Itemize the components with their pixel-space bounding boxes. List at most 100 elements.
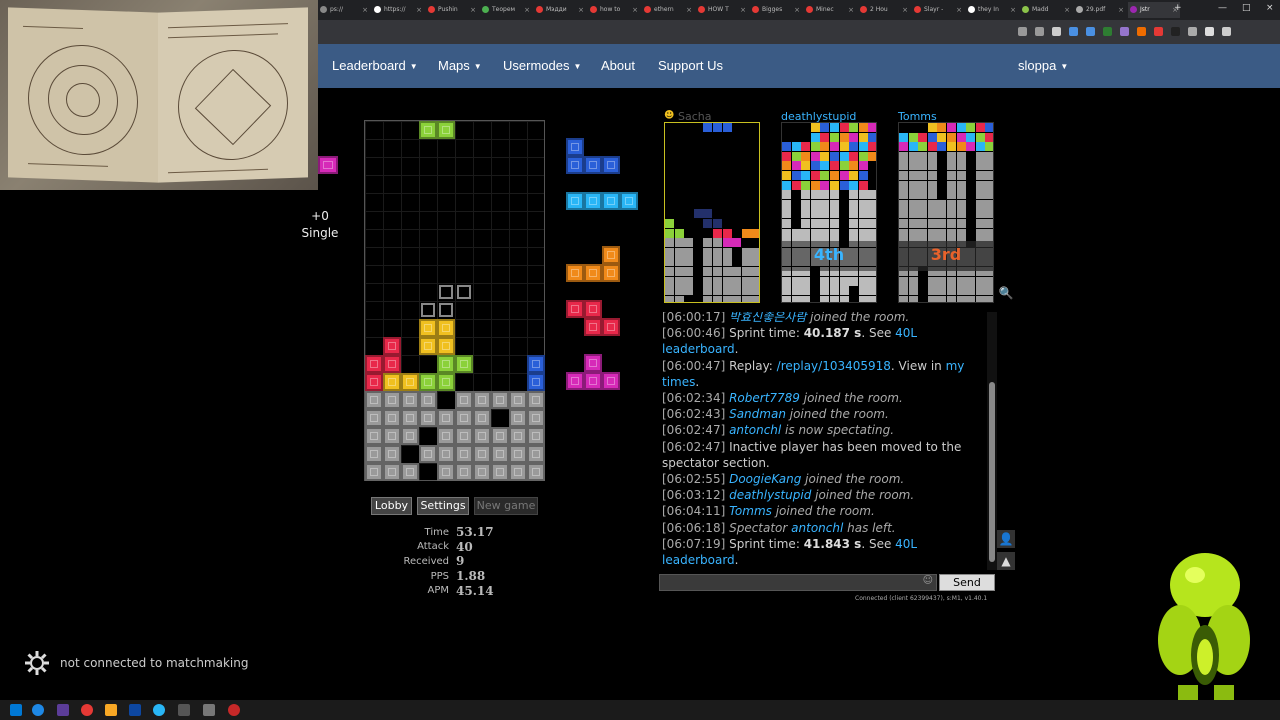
browser-tab[interactable]: Minec × (804, 2, 856, 18)
chat-scrollbar[interactable] (987, 312, 997, 570)
extension-icon[interactable] (1069, 27, 1078, 36)
close-icon[interactable]: × (470, 2, 476, 18)
new-tab-icon[interactable]: + (1174, 3, 1182, 13)
garbage-block (401, 463, 419, 481)
chat-username[interactable]: 박효신좋은사람 (729, 312, 806, 324)
close-icon[interactable]: × (416, 2, 422, 18)
app-icon[interactable] (203, 704, 215, 716)
chat-username[interactable]: deathlystupid (729, 488, 811, 502)
garbage-block (509, 445, 527, 463)
opponent-block (899, 286, 908, 296)
browser-tab[interactable]: 29.pdf × (1074, 2, 1126, 18)
user-list-icon[interactable]: 👤 (997, 530, 1015, 548)
caret-down-icon: ▼ (473, 62, 482, 71)
browser-tab[interactable]: ethern × (642, 2, 694, 18)
lobby-button[interactable]: Lobby (371, 497, 412, 515)
browser-tab[interactable]: https:// × (372, 2, 424, 18)
close-icon[interactable]: × (578, 2, 584, 18)
chat-username[interactable]: antonchl (729, 423, 781, 437)
close-icon[interactable]: × (956, 2, 962, 18)
garbage-block (419, 391, 437, 409)
extension-icon[interactable] (1188, 27, 1197, 36)
browser-tab[interactable]: ps:// × (318, 2, 370, 18)
chat-input[interactable]: ☺ (659, 574, 937, 591)
browser-tab[interactable]: Slayr - × (912, 2, 964, 18)
extension-icon[interactable] (1171, 27, 1180, 36)
emoji-icon[interactable]: ☺ (923, 575, 933, 586)
favicon-icon (914, 6, 921, 13)
extension-icon[interactable] (1035, 27, 1044, 36)
browser-tab[interactable]: Jstr × (1128, 2, 1180, 18)
chat-username[interactable]: Tomms (729, 504, 772, 518)
settings-button[interactable]: Settings (417, 497, 469, 515)
browser-tab[interactable]: 2 Hou × (858, 2, 910, 18)
minimize-icon[interactable]: — (1218, 3, 1227, 13)
opponent-block (868, 219, 876, 228)
browser-tab[interactable]: Madd × (1020, 2, 1072, 18)
playfield[interactable] (364, 120, 545, 481)
close-icon[interactable]: × (632, 2, 638, 18)
extension-icon[interactable] (1086, 27, 1095, 36)
chat-link[interactable]: /replay/103405918 (777, 359, 891, 373)
zoom-icon[interactable]: 🔍 (997, 284, 1015, 302)
chat-username[interactable]: antonchl (791, 521, 843, 535)
opponent-block (713, 286, 722, 296)
new-game-button[interactable]: New game (474, 497, 538, 515)
chat-username[interactable]: Sandman (729, 407, 786, 421)
close-window-icon[interactable]: × (1266, 3, 1274, 13)
nav-leaderboard[interactable]: Leaderboard ▼ (332, 58, 418, 73)
telegram-icon[interactable] (153, 704, 165, 716)
extension-icon[interactable] (1222, 27, 1231, 36)
send-button[interactable]: Send (939, 574, 995, 591)
start-icon[interactable] (10, 704, 22, 716)
close-icon[interactable]: × (1118, 2, 1124, 18)
opponent-block (858, 123, 868, 132)
close-icon[interactable]: × (794, 2, 800, 18)
nav-usermodes[interactable]: Usermodes ▼ (503, 58, 581, 73)
extension-icon[interactable] (1205, 27, 1214, 36)
browser-tab[interactable]: Теорем × (480, 2, 532, 18)
close-icon[interactable]: × (686, 2, 692, 18)
edge-icon[interactable] (32, 704, 44, 716)
extension-icon[interactable] (1103, 27, 1112, 36)
chat-username[interactable]: DoogieKang (729, 472, 801, 486)
browser-tab[interactable]: Bigges × (750, 2, 802, 18)
close-icon[interactable]: × (1064, 2, 1070, 18)
maximize-icon[interactable]: □ (1242, 3, 1251, 13)
opponent-block (751, 295, 759, 302)
app-icon[interactable] (178, 704, 190, 716)
nav-support[interactable]: Support Us (658, 58, 723, 73)
extension-icon[interactable] (1120, 27, 1129, 36)
close-icon[interactable]: × (524, 2, 530, 18)
extension-icon[interactable] (1154, 27, 1163, 36)
stack-block (419, 337, 437, 355)
extension-icon[interactable] (1137, 27, 1146, 36)
folder-icon[interactable] (105, 704, 117, 716)
opponent-block (899, 295, 908, 302)
browser-tab[interactable]: how to × (588, 2, 640, 18)
chevron-up-icon[interactable]: ▲ (997, 552, 1015, 570)
close-icon[interactable]: × (848, 2, 854, 18)
photoshop-icon[interactable] (129, 704, 141, 716)
nav-about[interactable]: About (601, 58, 635, 73)
close-icon[interactable]: × (1010, 2, 1016, 18)
close-icon[interactable]: × (902, 2, 908, 18)
browser-tab[interactable]: Мэдди × (534, 2, 586, 18)
browser-tab[interactable]: they In × (966, 2, 1018, 18)
close-icon[interactable]: × (362, 2, 368, 18)
app-icon[interactable] (57, 704, 69, 716)
chat-username[interactable]: Robert7789 (729, 391, 800, 405)
extension-icon[interactable] (1052, 27, 1061, 36)
nav-maps[interactable]: Maps ▼ (438, 58, 482, 73)
gear-icon[interactable] (24, 650, 50, 676)
opponent-block (820, 132, 830, 142)
browser-tab[interactable]: Pushin × (426, 2, 478, 18)
scroll-thumb[interactable] (989, 382, 995, 562)
extension-icon[interactable] (1018, 27, 1027, 36)
browser-tab[interactable]: HOW T × (696, 2, 748, 18)
close-icon[interactable]: × (740, 2, 746, 18)
nav-user-menu[interactable]: sloppa ▼ (1018, 58, 1068, 73)
app-icon[interactable] (228, 704, 240, 716)
chrome-icon[interactable] (81, 704, 93, 716)
chat-link[interactable]: /replay/103406032 (777, 569, 891, 570)
